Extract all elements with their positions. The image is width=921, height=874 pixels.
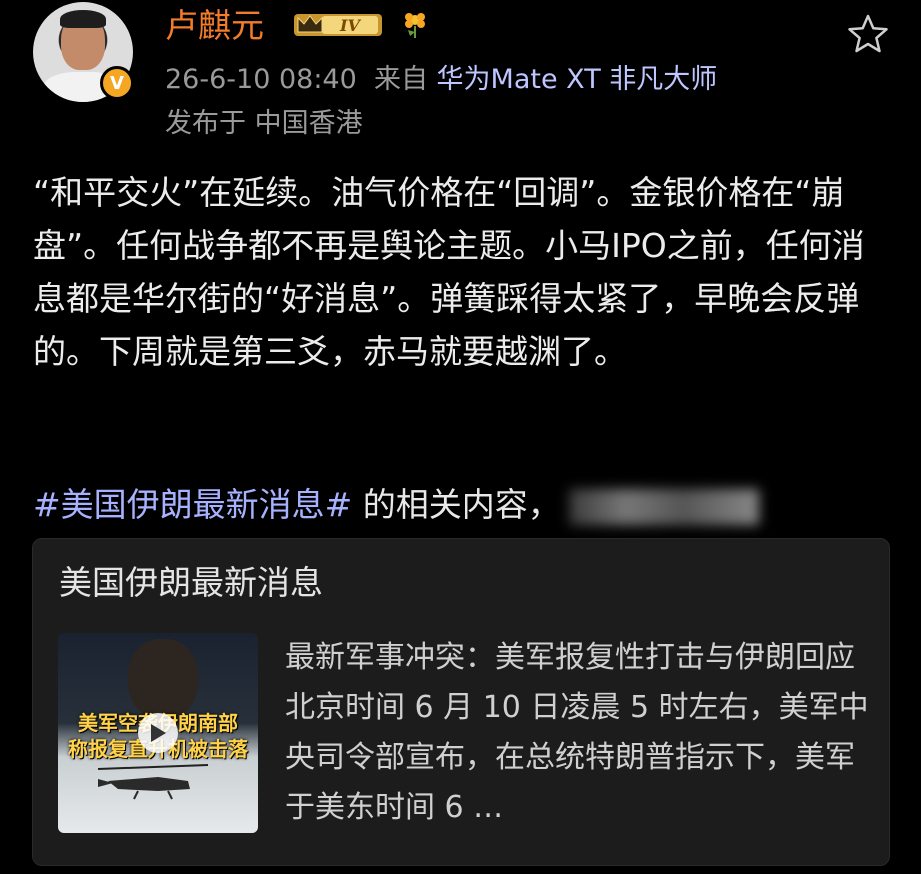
card-summary: 最新军事冲突：美军报复性打击与伊朗回应北京时间 6 月 10 日凌晨 5 时左右… bbox=[285, 640, 869, 825]
video-thumbnail[interactable]: 美军空袭伊朗南部 称报复直升机被击落 bbox=[58, 633, 258, 833]
play-icon[interactable] bbox=[138, 713, 178, 753]
post-content: “和平交火”在延续。油气价格在“回调”。金银价格在“崩盘”。任何战争都不再是舆论… bbox=[33, 173, 865, 371]
device-link[interactable]: 华为Mate XT 非凡大师 bbox=[437, 64, 718, 95]
topic-line: #美国伊朗最新消息# 的相关内容， bbox=[33, 478, 759, 531]
topic-suffix: 的相关内容， bbox=[352, 485, 561, 524]
topic-card[interactable]: 美国伊朗最新消息 美军空袭伊朗南部 称报复直升机被击落 最新军事冲突：美军报复性… bbox=[32, 538, 890, 866]
flower-icon bbox=[405, 13, 425, 38]
username[interactable]: 卢麒元 bbox=[165, 4, 264, 48]
timestamp: 26-6-10 08:40 bbox=[165, 64, 357, 95]
level-text: IV bbox=[339, 16, 361, 35]
helicopter-icon bbox=[97, 764, 209, 800]
level-crown-icon[interactable]: IV bbox=[292, 10, 386, 40]
blurred-text bbox=[568, 488, 759, 525]
star-icon[interactable] bbox=[846, 12, 890, 56]
post-meta: 26-6-10 08:40 来自 华为Mate XT 非凡大师 bbox=[165, 62, 717, 98]
source-prefix: 来自 bbox=[373, 64, 428, 95]
location: 发布于 中国香港 bbox=[165, 108, 363, 139]
verified-badge-icon: V bbox=[100, 66, 134, 100]
topic-link[interactable]: #美国伊朗最新消息# bbox=[33, 485, 352, 524]
card-title[interactable]: 美国伊朗最新消息 bbox=[59, 561, 323, 605]
